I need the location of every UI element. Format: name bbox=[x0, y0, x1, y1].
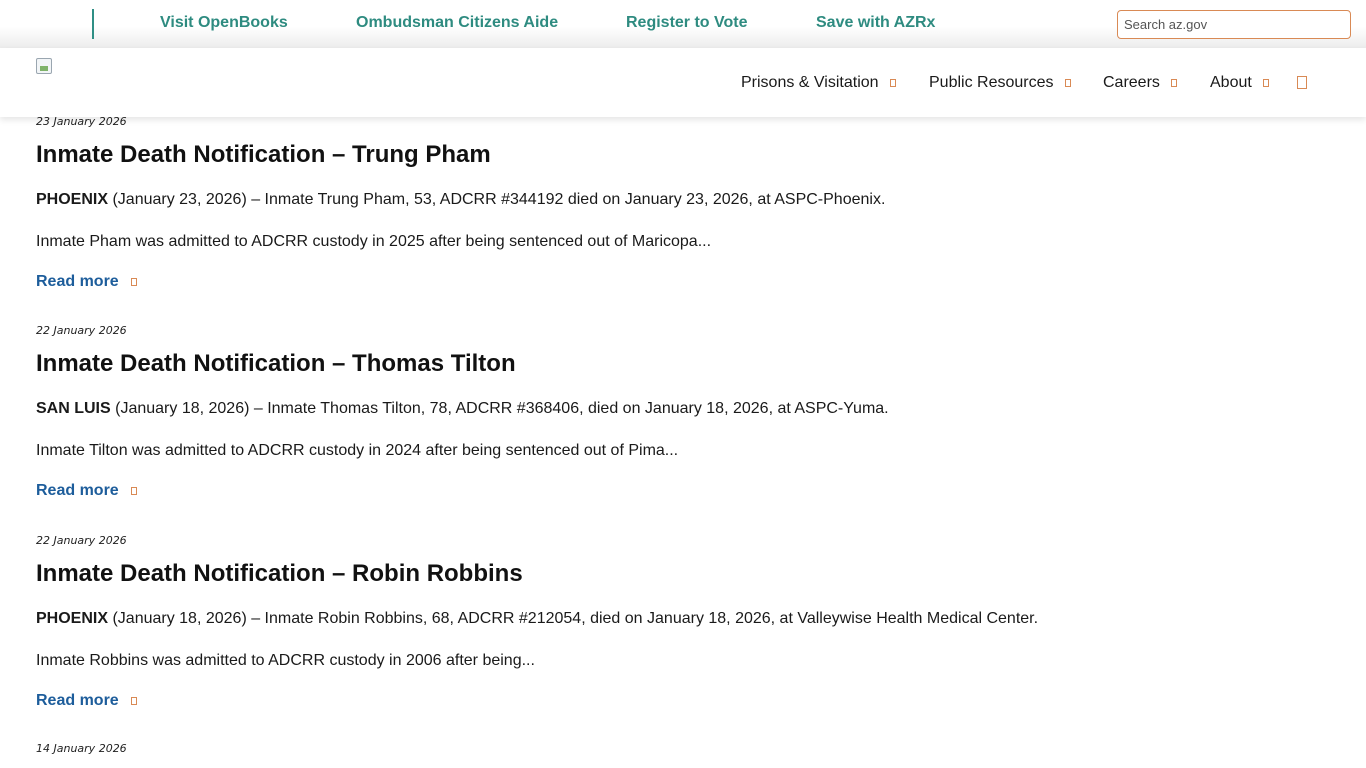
article-title[interactable]: Inmate Death Notification – Robin Robbin… bbox=[36, 560, 523, 588]
arrow-right-icon bbox=[130, 697, 137, 705]
main-header: Prisons & Visitation Public Resources Ca… bbox=[0, 48, 1366, 117]
read-more-link[interactable]: Read more bbox=[36, 692, 137, 710]
article-title[interactable]: Inmate Death Notification – Trung Pham bbox=[36, 141, 491, 169]
ombudsman-citizens-aide-link[interactable]: Ombudsman Citizens Aide bbox=[356, 14, 558, 32]
read-more-link[interactable]: Read more bbox=[36, 482, 137, 500]
article-lead: PHOENIX (January 18, 2026) – Inmate Robi… bbox=[36, 610, 1038, 628]
az-gov-search-input[interactable] bbox=[1117, 10, 1351, 39]
arrow-right-icon bbox=[130, 487, 137, 495]
read-more-link[interactable]: Read more bbox=[36, 273, 137, 291]
article-lead-text: (January 18, 2026) – Inmate Robin Robbin… bbox=[108, 610, 1039, 627]
chevron-down-icon bbox=[1262, 79, 1269, 87]
nav-item-prisons-visitation[interactable]: Prisons & Visitation bbox=[741, 74, 896, 92]
broken-image-icon[interactable] bbox=[36, 58, 52, 74]
article-summary: Inmate Pham was admitted to ADCRR custod… bbox=[36, 233, 712, 250]
nav-item-public-resources[interactable]: Public Resources bbox=[929, 74, 1071, 92]
utility-bar: Visit OpenBooks Ombudsman Citizens Aide … bbox=[0, 0, 1366, 48]
nav-item-label: Careers bbox=[1103, 74, 1160, 91]
read-more-label: Read more bbox=[36, 482, 119, 499]
article-date: 22 January 2026 bbox=[36, 324, 127, 337]
article-lead: SAN LUIS (January 18, 2026) – Inmate Tho… bbox=[36, 400, 889, 418]
visit-openbooks-link[interactable]: Visit OpenBooks bbox=[160, 14, 288, 32]
article-lead-text: (January 23, 2026) – Inmate Trung Pham, … bbox=[108, 191, 886, 208]
read-more-label: Read more bbox=[36, 273, 119, 290]
chevron-down-icon bbox=[889, 79, 896, 87]
article-place: SAN LUIS bbox=[36, 400, 111, 417]
nav-item-label: Public Resources bbox=[929, 74, 1054, 91]
article-title[interactable]: Inmate Death Notification – Thomas Tilto… bbox=[36, 350, 516, 378]
article-summary: Inmate Tilton was admitted to ADCRR cust… bbox=[36, 442, 679, 459]
article-place: PHOENIX bbox=[36, 610, 109, 627]
nav-item-label: About bbox=[1210, 74, 1252, 91]
nav-item-label: Prisons & Visitation bbox=[741, 74, 879, 91]
read-more-label: Read more bbox=[36, 692, 119, 709]
article-lead: PHOENIX (January 23, 2026) – Inmate Trun… bbox=[36, 191, 885, 209]
register-to-vote-link[interactable]: Register to Vote bbox=[626, 14, 748, 32]
utility-divider bbox=[92, 9, 94, 39]
save-with-azrx-link[interactable]: Save with AZRx bbox=[816, 14, 935, 32]
article-summary: Inmate Robbins was admitted to ADCRR cus… bbox=[36, 652, 535, 669]
article-lead-text: (January 18, 2026) – Inmate Thomas Tilto… bbox=[110, 400, 889, 417]
article-date: 22 January 2026 bbox=[36, 534, 127, 547]
chevron-down-icon bbox=[1064, 79, 1071, 87]
arrow-right-icon bbox=[130, 278, 137, 286]
search-icon[interactable] bbox=[1297, 76, 1307, 89]
article-place: PHOENIX bbox=[36, 191, 109, 208]
article-date: 14 January 2026 bbox=[36, 742, 127, 755]
nav-item-careers[interactable]: Careers bbox=[1103, 74, 1177, 92]
nav-item-about[interactable]: About bbox=[1210, 74, 1269, 92]
chevron-down-icon bbox=[1170, 79, 1177, 87]
